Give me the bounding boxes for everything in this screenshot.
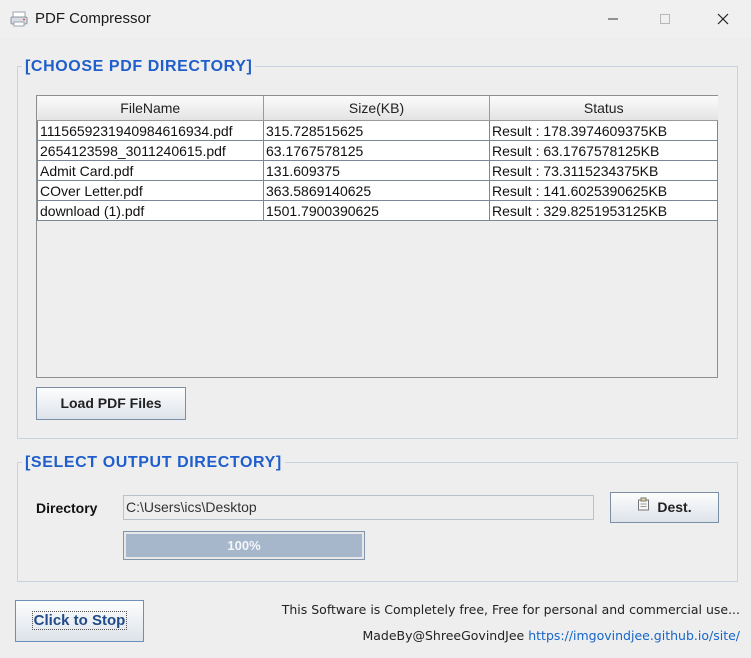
- credits-line: MadeBy@ShreeGovindJee https://imgovindje…: [362, 628, 740, 643]
- files-table[interactable]: FileName Size(KB) Status 111565923194098…: [36, 95, 718, 378]
- cell-status[interactable]: Result : 329.8251953125KB: [489, 200, 718, 221]
- site-link[interactable]: https://imgovindjee.github.io/site/: [528, 628, 740, 643]
- maximize-button[interactable]: [642, 0, 688, 38]
- table-header-row: FileName Size(KB) Status: [37, 96, 718, 121]
- cell-size[interactable]: 131.609375: [263, 160, 490, 181]
- directory-field[interactable]: C:\Users\ics\Desktop: [123, 495, 594, 520]
- close-button[interactable]: [700, 0, 746, 38]
- cell-status[interactable]: Result : 141.6025390625KB: [489, 180, 718, 201]
- cell-size[interactable]: 315.728515625: [263, 120, 490, 141]
- title-bar: PDF Compressor: [0, 0, 751, 38]
- cell-size[interactable]: 363.5869140625: [263, 180, 490, 201]
- choose-pdf-title: [CHOOSE PDF DIRECTORY]: [22, 58, 256, 76]
- minimize-button[interactable]: [590, 0, 636, 38]
- cell-filename[interactable]: 1115659231940984616934.pdf: [37, 120, 264, 141]
- cell-status[interactable]: Result : 178.3974609375KB: [489, 120, 718, 141]
- minimize-icon: [608, 18, 618, 20]
- stop-button-label: Click to Stop: [31, 611, 128, 630]
- progress-bar: 100%: [123, 531, 365, 560]
- column-header-size[interactable]: Size(KB): [263, 96, 490, 121]
- close-icon: [717, 13, 729, 25]
- made-by-text: MadeBy@ShreeGovindJee: [362, 628, 525, 643]
- table-row[interactable]: COver Letter.pdf 363.5869140625 Result :…: [37, 180, 718, 201]
- dest-button[interactable]: Dest.: [610, 492, 719, 523]
- dest-button-label: Dest.: [657, 499, 692, 515]
- click-to-stop-button[interactable]: Click to Stop: [15, 600, 144, 642]
- column-header-status[interactable]: Status: [489, 96, 718, 121]
- output-directory-title: [SELECT OUTPUT DIRECTORY]: [22, 454, 285, 472]
- maximize-icon: [660, 14, 670, 24]
- table-row[interactable]: 2654123598_3011240615.pdf 63.1767578125 …: [37, 140, 718, 161]
- cell-filename[interactable]: 2654123598_3011240615.pdf: [37, 140, 264, 161]
- cell-status[interactable]: Result : 73.3115234375KB: [489, 160, 718, 181]
- cell-size[interactable]: 1501.7900390625: [263, 200, 490, 221]
- pdf-app-icon: [10, 11, 28, 27]
- cell-filename[interactable]: download (1).pdf: [37, 200, 264, 221]
- load-pdf-files-button[interactable]: Load PDF Files: [36, 387, 186, 420]
- table-row[interactable]: Admit Card.pdf 131.609375 Result : 73.31…: [37, 160, 718, 181]
- directory-label: Directory: [36, 500, 98, 516]
- column-header-filename[interactable]: FileName: [37, 96, 264, 121]
- cell-size[interactable]: 63.1767578125: [263, 140, 490, 161]
- table-row[interactable]: download (1).pdf 1501.7900390625 Result …: [37, 200, 718, 221]
- free-software-notice: This Software is Completely free, Free f…: [281, 602, 740, 617]
- progress-text: 100%: [227, 538, 261, 553]
- cell-filename[interactable]: Admit Card.pdf: [37, 160, 264, 181]
- window-title: PDF Compressor: [35, 10, 151, 27]
- cell-status[interactable]: Result : 63.1767578125KB: [489, 140, 718, 161]
- cell-filename[interactable]: COver Letter.pdf: [37, 180, 264, 201]
- table-row[interactable]: 1115659231940984616934.pdf 315.728515625…: [37, 120, 718, 141]
- folder-icon: [637, 492, 651, 521]
